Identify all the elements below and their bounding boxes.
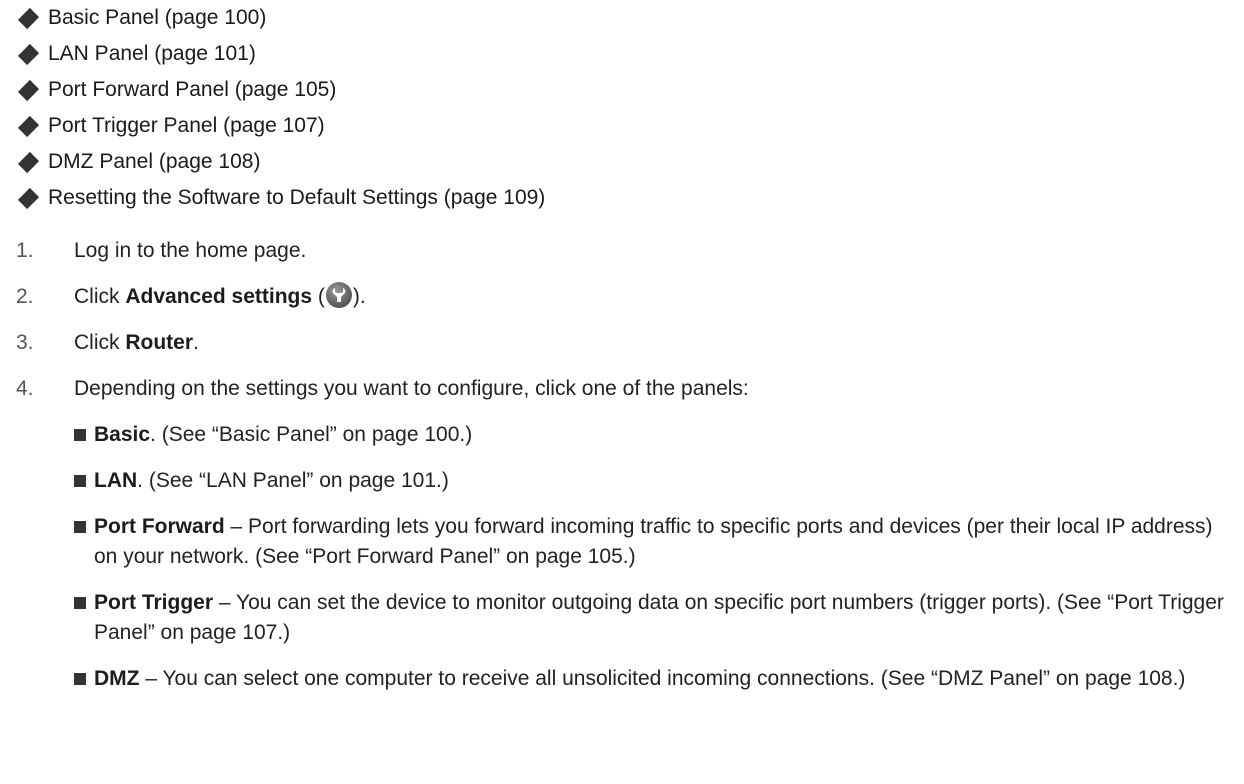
option-dmz: DMZ – You can select one computer to rec… [74,664,1234,694]
step-text: Depending on the settings you want to co… [74,377,749,400]
router-term: Router [125,331,194,354]
procedure-steps: 1. Log in to the home page. 2. Click Adv… [16,236,1226,420]
step-prefix: Click [74,331,126,354]
step-suffix: . [193,331,199,354]
diamond-bullet-icon [17,187,40,209]
document-page: Basic Panel (page 100) LAN Panel (page 1… [0,0,1244,784]
wrench-icon [325,282,352,308]
link-item-resetting-software[interactable]: Resetting the Software to Default Settin… [17,180,545,216]
link-item-dmz-panel[interactable]: DMZ Panel (page 108) [17,144,545,180]
link-item-port-forward-panel[interactable]: Port Forward Panel (page 105) [17,72,545,108]
option-desc: . (See “Basic Panel” on page 100.) [150,423,473,446]
step-text: Click Advanced settings (). [74,282,366,312]
diamond-bullet-icon [17,115,40,137]
option-basic: Basic. (See “Basic Panel” on page 100.) [74,420,1234,450]
option-title: Port Forward [94,515,225,538]
diamond-bullet-icon [17,151,40,173]
link-port-forward-panel[interactable]: Port Forward Panel (page 105) [48,78,336,102]
panel-link-list: Basic Panel (page 100) LAN Panel (page 1… [17,0,545,216]
square-bullet-icon [74,673,86,685]
square-bullet-icon [74,597,86,609]
link-item-lan-panel[interactable]: LAN Panel (page 101) [17,36,545,72]
step-3: 3. Click Router. [16,328,1226,374]
link-item-basic-panel[interactable]: Basic Panel (page 100) [17,0,545,36]
step-4: 4. Depending on the settings you want to… [16,374,1226,420]
advanced-settings-term: Advanced settings [125,285,313,308]
step-2: 2. Click Advanced settings (). [16,282,1226,328]
square-bullet-icon [74,521,86,533]
step-text: Click Router. [74,328,199,358]
option-lan: LAN. (See “LAN Panel” on page 101.) [74,466,1234,496]
link-basic-panel[interactable]: Basic Panel (page 100) [48,6,266,30]
option-title: DMZ [94,667,140,690]
diamond-bullet-icon [17,79,40,101]
link-dmz-panel[interactable]: DMZ Panel (page 108) [48,150,260,174]
option-title: Port Trigger [94,591,214,614]
option-port-forward: Port Forward – Port forwarding lets you … [74,512,1234,572]
link-item-port-trigger-panel[interactable]: Port Trigger Panel (page 107) [17,108,545,144]
step-number: 4. [16,377,34,400]
diamond-bullet-icon [17,43,40,65]
diamond-bullet-icon [17,7,40,29]
step-text: Log in to the home page. [74,239,307,262]
step-1: 1. Log in to the home page. [16,236,1226,282]
option-desc: – Port forwarding lets you forward incom… [94,515,1213,568]
step-number: 2. [16,285,34,308]
square-bullet-icon [74,475,86,487]
option-title: Basic [94,423,151,446]
option-desc: – You can set the device to monitor outg… [94,591,1224,644]
option-title: LAN [94,469,138,492]
step-close-paren: ). [352,285,366,308]
square-bullet-icon [74,429,86,441]
link-port-trigger-panel[interactable]: Port Trigger Panel (page 107) [48,114,325,138]
option-port-trigger: Port Trigger – You can set the device to… [74,588,1234,648]
option-desc: – You can select one computer to receive… [139,667,1186,690]
step-number: 3. [16,331,34,354]
link-lan-panel[interactable]: LAN Panel (page 101) [48,42,256,66]
panel-options-list: Basic. (See “Basic Panel” on page 100.) … [74,420,1234,694]
step-open-paren: ( [312,285,325,308]
option-desc: . (See “LAN Panel” on page 101.) [137,469,449,492]
step-number: 1. [16,239,34,262]
link-resetting-software[interactable]: Resetting the Software to Default Settin… [48,186,545,210]
step-prefix: Click [74,285,126,308]
